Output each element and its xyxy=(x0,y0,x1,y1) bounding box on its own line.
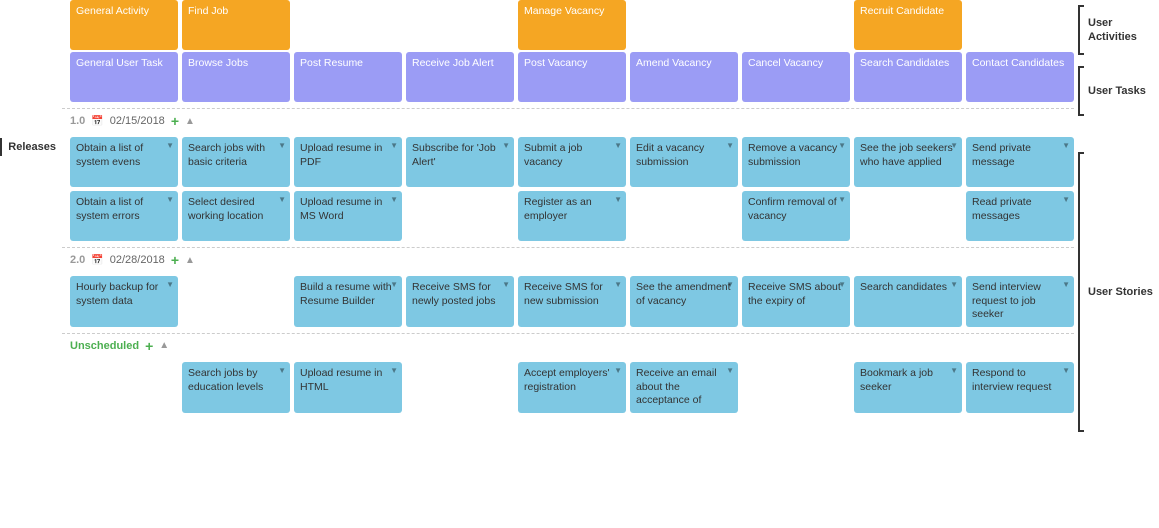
dropdown-arrow[interactable]: ▼ xyxy=(278,195,286,205)
card-search-jobs-education[interactable]: Search jobs by education levels▼ xyxy=(182,362,290,413)
dropdown-arrow[interactable]: ▼ xyxy=(390,366,398,376)
dropdown-arrow[interactable]: ▼ xyxy=(838,280,846,290)
dropdown-arrow[interactable]: ▼ xyxy=(166,280,174,290)
card-respond-interview-request[interactable]: Respond to interview request▼ xyxy=(966,362,1074,413)
task-row: General User Task Browse Jobs Post Resum… xyxy=(62,52,1074,102)
release-20-collapse[interactable]: ▲ xyxy=(185,255,195,266)
dropdown-arrow[interactable]: ▼ xyxy=(614,366,622,376)
dropdown-arrow[interactable]: ▼ xyxy=(950,280,958,290)
dropdown-arrow[interactable]: ▼ xyxy=(390,195,398,205)
unscheduled-version: Unscheduled xyxy=(70,340,139,352)
card-search-candidates[interactable]: Search Candidates xyxy=(854,52,962,102)
card-contact-candidates[interactable]: Contact Candidates xyxy=(966,52,1074,102)
card-see-job-seekers-applied[interactable]: See the job seekers who have applied▼ xyxy=(854,137,962,187)
card-post-resume[interactable]: Post Resume xyxy=(294,52,402,102)
card-sms-newly-posted[interactable]: Receive SMS for newly posted jobs▼ xyxy=(406,276,514,327)
card-submit-job-vacancy[interactable]: Submit a job vacancy▼ xyxy=(518,137,626,187)
dropdown-arrow[interactable]: ▼ xyxy=(390,141,398,151)
card-read-private-messages[interactable]: Read private messages▼ xyxy=(966,191,1074,241)
card-send-private-message[interactable]: Send private message▼ xyxy=(966,137,1074,187)
card-manage-vacancy[interactable]: Manage Vacancy xyxy=(518,0,626,50)
dropdown-arrow[interactable]: ▼ xyxy=(838,195,846,205)
card-sms-new-submission[interactable]: Receive SMS for new submission▼ xyxy=(518,276,626,327)
dropdown-arrow[interactable]: ▼ xyxy=(726,366,734,376)
release-20-row1: Hourly backup for system data▼ Build a r… xyxy=(62,276,1074,327)
release-10-date: 02/15/2018 xyxy=(110,115,165,127)
card-amend-vacancy[interactable]: Amend Vacancy xyxy=(630,52,738,102)
card-cancel-vacancy[interactable]: Cancel Vacancy xyxy=(742,52,850,102)
card-post-vacancy[interactable]: Post Vacancy xyxy=(518,52,626,102)
card-search-jobs-basic[interactable]: Search jobs with basic criteria▼ xyxy=(182,137,290,187)
dropdown-arrow[interactable]: ▼ xyxy=(614,141,622,151)
release-10-row1: Obtain a list of system evens▼ Search jo… xyxy=(62,137,1074,187)
card-search-candidates-20[interactable]: Search candidates▼ xyxy=(854,276,962,327)
release-20-date: 02/28/2018 xyxy=(110,254,165,266)
activity-row: General Activity Find Job Manage Vacancy… xyxy=(62,0,1074,50)
card-remove-vacancy-submission[interactable]: Remove a vacancy submission▼ xyxy=(742,137,850,187)
release-10-header: 1.0 📅 02/15/2018 + ▲ xyxy=(62,108,1074,133)
releases-label: Releases xyxy=(8,141,56,153)
release-20-header: 2.0 📅 02/28/2018 + ▲ xyxy=(62,247,1074,272)
card-send-interview-request[interactable]: Send interview request to job seeker▼ xyxy=(966,276,1074,327)
release-20-add[interactable]: + xyxy=(171,252,179,268)
card-browse-jobs[interactable]: Browse Jobs xyxy=(182,52,290,102)
unscheduled-header: Unscheduled + ▲ xyxy=(62,333,1074,358)
card-upload-resume-pdf[interactable]: Upload resume in PDF▼ xyxy=(294,137,402,187)
card-recruit-candidate[interactable]: Recruit Candidate xyxy=(854,0,962,50)
dropdown-arrow[interactable]: ▼ xyxy=(166,195,174,205)
dropdown-arrow[interactable]: ▼ xyxy=(390,280,398,290)
dropdown-arrow[interactable]: ▼ xyxy=(726,141,734,151)
dropdown-arrow[interactable]: ▼ xyxy=(1062,141,1070,151)
card-build-resume-builder[interactable]: Build a resume with Resume Builder▼ xyxy=(294,276,402,327)
dropdown-arrow[interactable]: ▼ xyxy=(278,141,286,151)
dropdown-arrow[interactable]: ▼ xyxy=(166,141,174,151)
dropdown-arrow[interactable]: ▼ xyxy=(1062,366,1070,376)
release-10-collapse[interactable]: ▲ xyxy=(185,116,195,127)
release-10-add[interactable]: + xyxy=(171,113,179,129)
card-upload-resume-html[interactable]: Upload resume in HTML▼ xyxy=(294,362,402,413)
card-edit-vacancy-submission[interactable]: Edit a vacancy submission▼ xyxy=(630,137,738,187)
dropdown-arrow[interactable]: ▼ xyxy=(1062,280,1070,290)
release-10-version: 1.0 xyxy=(70,115,85,127)
card-receive-job-alert[interactable]: Receive Job Alert xyxy=(406,52,514,102)
dropdown-arrow[interactable]: ▼ xyxy=(950,366,958,376)
user-activities-label: UserActivities xyxy=(1088,16,1137,45)
dropdown-arrow[interactable]: ▼ xyxy=(838,141,846,151)
dropdown-arrow[interactable]: ▼ xyxy=(278,366,286,376)
card-sms-expiry[interactable]: Receive SMS about the expiry of▼ xyxy=(742,276,850,327)
card-register-employer[interactable]: Register as an employer▼ xyxy=(518,191,626,241)
dropdown-arrow[interactable]: ▼ xyxy=(614,195,622,205)
card-see-amendment-vacancy[interactable]: See the amendment of vacancy▼ xyxy=(630,276,738,327)
dropdown-arrow[interactable]: ▼ xyxy=(950,141,958,151)
unscheduled-collapse[interactable]: ▲ xyxy=(159,340,169,351)
card-general-activity[interactable]: General Activity xyxy=(70,0,178,50)
calendar-icon-20: 📅 xyxy=(91,255,103,266)
release-10-row2: Obtain a list of system errors▼ Select d… xyxy=(62,191,1074,241)
dropdown-arrow[interactable]: ▼ xyxy=(502,280,510,290)
card-hourly-backup[interactable]: Hourly backup for system data▼ xyxy=(70,276,178,327)
card-select-working-location[interactable]: Select desired working location▼ xyxy=(182,191,290,241)
card-confirm-removal-vacancy[interactable]: Confirm removal of vacancy▼ xyxy=(742,191,850,241)
unscheduled-row1: Search jobs by education levels▼ Upload … xyxy=(62,362,1074,413)
card-list-system-errors[interactable]: Obtain a list of system errors▼ xyxy=(70,191,178,241)
calendar-icon-10: 📅 xyxy=(91,116,103,127)
dropdown-arrow[interactable]: ▼ xyxy=(502,141,510,151)
release-20-version: 2.0 xyxy=(70,254,85,266)
card-receive-email-acceptance[interactable]: Receive an email about the acceptance of… xyxy=(630,362,738,413)
dropdown-arrow[interactable]: ▼ xyxy=(726,280,734,290)
card-upload-resume-msword[interactable]: Upload resume in MS Word▼ xyxy=(294,191,402,241)
card-list-system-evens[interactable]: Obtain a list of system evens▼ xyxy=(70,137,178,187)
card-general-user-task[interactable]: General User Task xyxy=(70,52,178,102)
card-subscribe-job-alert[interactable]: Subscribe for 'Job Alert'▼ xyxy=(406,137,514,187)
card-find-job[interactable]: Find Job xyxy=(182,0,290,50)
unscheduled-add[interactable]: + xyxy=(145,338,153,354)
user-stories-label: User Stories xyxy=(1088,285,1153,299)
card-accept-employers-registration[interactable]: Accept employers' registration▼ xyxy=(518,362,626,413)
dropdown-arrow[interactable]: ▼ xyxy=(614,280,622,290)
user-tasks-label: User Tasks xyxy=(1088,84,1146,98)
dropdown-arrow[interactable]: ▼ xyxy=(1062,195,1070,205)
card-bookmark-job-seeker[interactable]: Bookmark a job seeker▼ xyxy=(854,362,962,413)
